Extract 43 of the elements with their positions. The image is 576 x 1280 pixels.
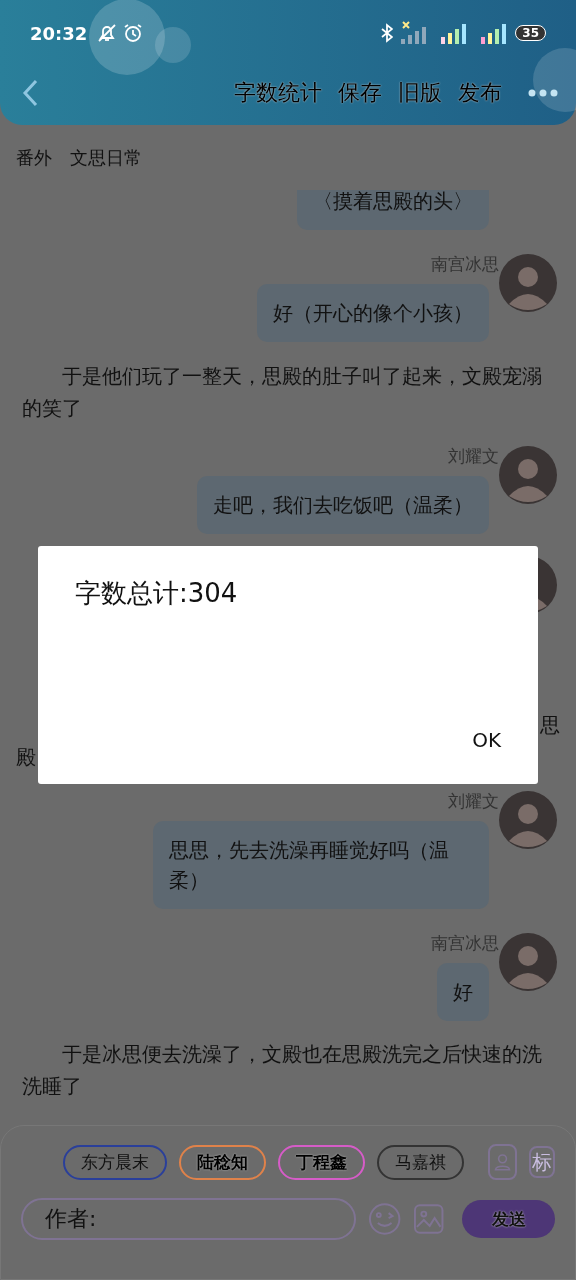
sender-name: 刘耀文: [448, 446, 499, 466]
message-bubble: 走吧，我们去吃饭吧（温柔）: [197, 476, 489, 534]
person-icon[interactable]: [488, 1144, 518, 1180]
ok-button[interactable]: OK: [472, 724, 501, 756]
header-action[interactable]: 旧版: [390, 77, 450, 108]
alarm-icon: [123, 23, 144, 43]
narration-text: 于是冰思便去洗澡了，文殿也在思殿洗完之后快速的洗洗睡了: [21, 1041, 543, 1100]
chapter-title: 番外: [16, 145, 52, 170]
emoji-icon[interactable]: [367, 1202, 402, 1236]
character-tag[interactable]: 马嘉祺: [377, 1144, 464, 1180]
narration-text: 于是他们玩了一整天，思殿的肚子叫了起来，文殿宠溺的笑了: [21, 363, 543, 422]
bell-off-icon: [97, 23, 118, 43]
narration-text: 思: [540, 712, 560, 739]
message-bubble: 好（开心的像个小孩）: [257, 284, 489, 342]
character-tag[interactable]: 丁程鑫: [278, 1144, 365, 1180]
sender-name: 刘耀文: [448, 791, 499, 811]
image-icon[interactable]: [413, 1203, 445, 1235]
header-action[interactable]: 保存: [330, 77, 390, 108]
bluetooth-icon: [381, 23, 394, 43]
header-action[interactable]: 发布: [450, 77, 510, 108]
bubble-decoration: [533, 48, 576, 112]
avatar: [499, 933, 557, 991]
sender-name: 南宫冰思: [431, 254, 499, 274]
character-tag[interactable]: 东方晨末: [63, 1144, 167, 1180]
author-field[interactable]: 作者:: [21, 1198, 356, 1240]
chapter-title: 文思日常: [70, 145, 142, 170]
battery-level: 35: [515, 25, 546, 41]
sender-name: 南宫冰思: [431, 933, 499, 953]
more-icon[interactable]: [528, 88, 558, 97]
status-time: 20:32: [30, 22, 88, 44]
back-icon[interactable]: [22, 78, 38, 107]
character-tag[interactable]: 陆稔知: [179, 1144, 266, 1180]
dialog-message: 字数总计:304: [75, 577, 239, 610]
message-bubble: 思思，先去洗澡再睡觉好吗（温柔）: [153, 821, 489, 909]
send-button[interactable]: 发送: [462, 1200, 555, 1238]
avatar: [499, 791, 557, 849]
narration-text: 殿: [16, 744, 36, 771]
message-bubble: 〈摸着思殿的头〉: [297, 190, 489, 230]
avatar: [499, 254, 557, 312]
header-action[interactable]: 字数统计: [226, 77, 330, 108]
message-bubble: 好: [437, 963, 489, 1021]
avatar: [499, 446, 557, 504]
tag-button[interactable]: 标: [529, 1146, 555, 1178]
